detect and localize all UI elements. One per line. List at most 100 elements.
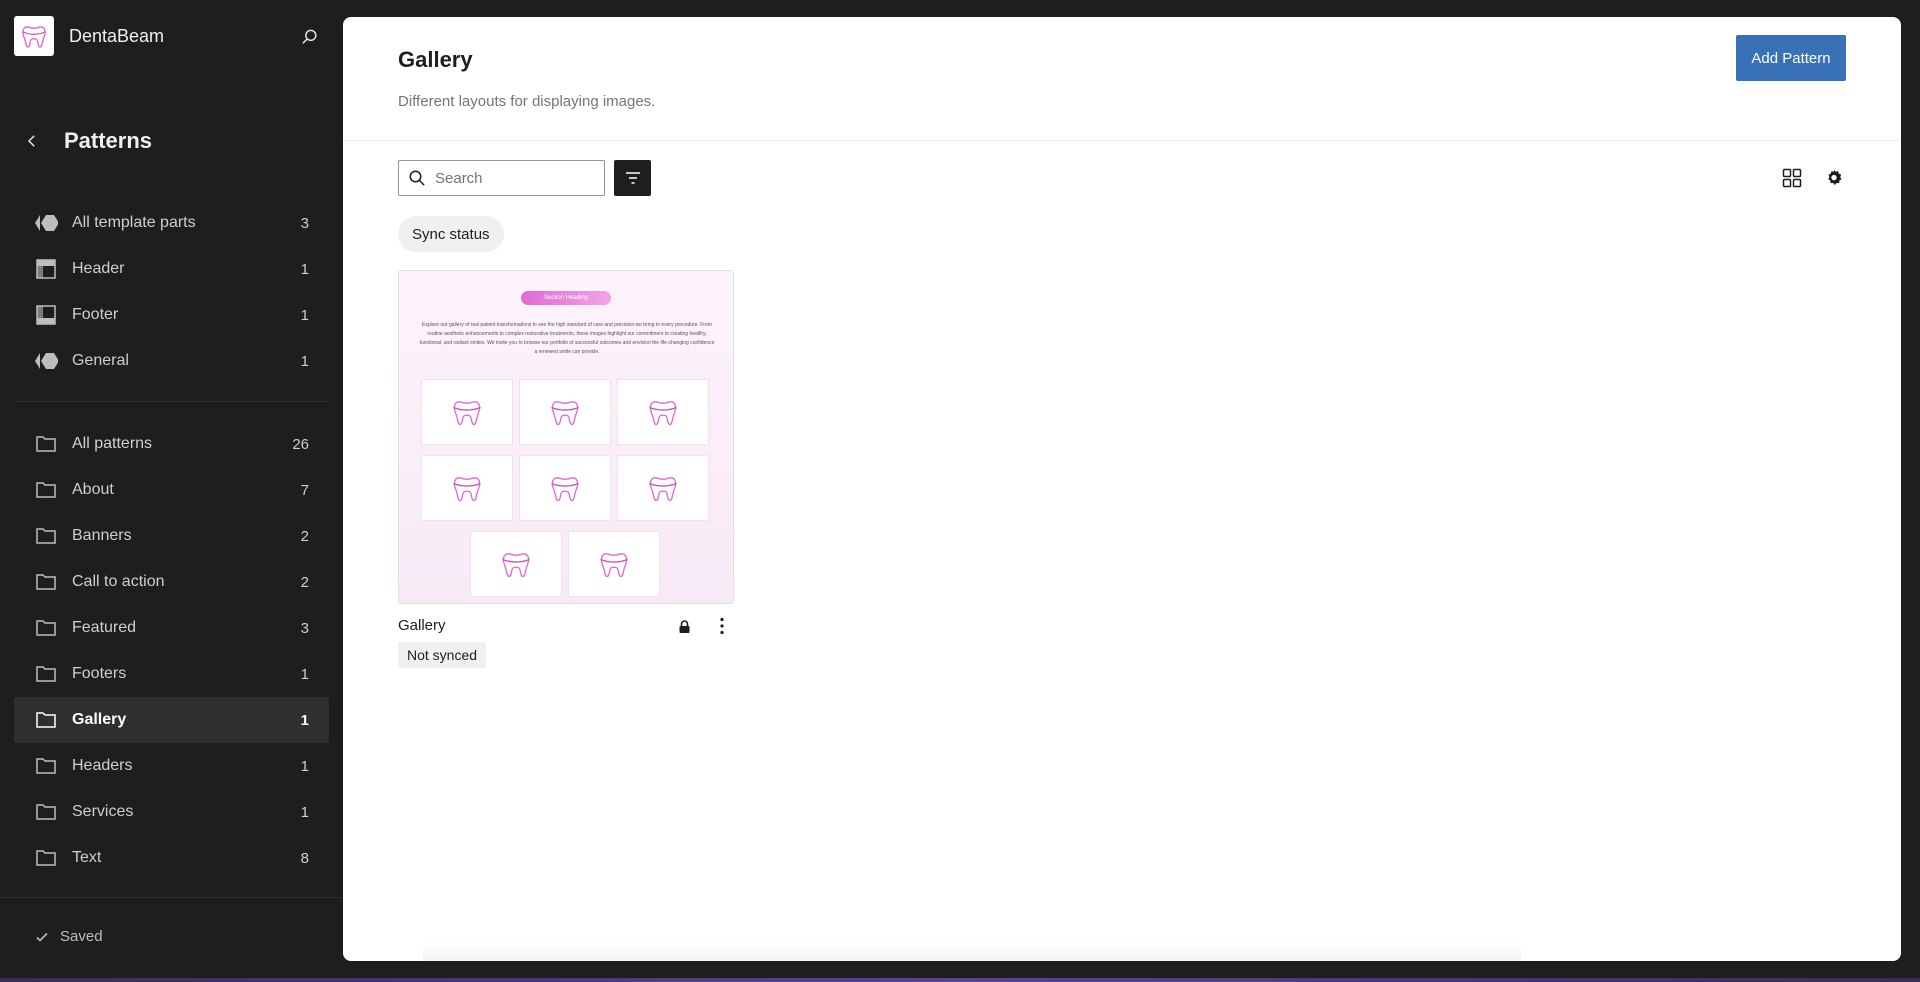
tooth-icon bbox=[453, 401, 481, 426]
site-logo[interactable] bbox=[14, 16, 54, 56]
grid-view-icon[interactable] bbox=[1780, 166, 1804, 190]
bottom-fade bbox=[423, 941, 1521, 961]
preview-paragraph: Explore our gallery of real patient tran… bbox=[419, 322, 715, 355]
nav-item-about[interactable]: About 7 bbox=[14, 467, 329, 513]
nav-item-label: Headers bbox=[72, 757, 133, 774]
search-icon bbox=[407, 168, 427, 188]
folder-icon bbox=[34, 478, 58, 502]
tooth-icon bbox=[600, 553, 628, 578]
folder-icon bbox=[34, 616, 58, 640]
pattern-preview[interactable]: Section Heading Explore our gallery of r… bbox=[398, 270, 734, 604]
nav-item-count: 1 bbox=[300, 260, 309, 278]
preview-image-tile bbox=[617, 379, 709, 445]
preview-section-heading: Section Heading bbox=[521, 291, 611, 305]
pattern-card-footer: Gallery bbox=[398, 604, 734, 640]
pattern-card: Section Heading Explore our gallery of r… bbox=[398, 270, 734, 668]
page-title: Gallery bbox=[398, 47, 473, 72]
nav-item-banners[interactable]: Banners 2 bbox=[14, 513, 329, 559]
header-icon bbox=[34, 257, 58, 281]
preview-image-tile bbox=[470, 531, 562, 597]
folder-icon bbox=[34, 432, 58, 456]
page-description: Different layouts for displaying images. bbox=[398, 93, 656, 110]
nav-item-count: 2 bbox=[300, 527, 309, 545]
nav-item-label: Call to action bbox=[72, 573, 165, 590]
nav-item-label: Header bbox=[72, 260, 125, 277]
nav-item-label: Featured bbox=[72, 619, 137, 636]
nav-item-count: 1 bbox=[300, 803, 309, 821]
site-name[interactable]: DentaBeam bbox=[69, 26, 164, 47]
toolbar bbox=[398, 160, 1846, 196]
tooth-icon bbox=[502, 553, 530, 578]
nav-item-label: Text bbox=[72, 849, 102, 866]
main-header: Gallery Different layouts for displaying… bbox=[343, 17, 1901, 141]
nav-item-label: Services bbox=[72, 803, 134, 820]
pattern-title[interactable]: Gallery bbox=[398, 617, 446, 634]
folder-icon bbox=[34, 800, 58, 824]
sidebar: DentaBeam Patterns All template parts 3 … bbox=[0, 0, 343, 978]
site-header: DentaBeam bbox=[14, 16, 329, 56]
template-parts-list: All template parts 3 Header 1 Footer 1 G… bbox=[14, 200, 329, 384]
save-status: Saved bbox=[34, 928, 103, 945]
filter-button[interactable] bbox=[614, 160, 651, 196]
nav-item-text[interactable]: Text 8 bbox=[14, 835, 329, 881]
more-options-icon[interactable] bbox=[716, 616, 728, 636]
symbol-icon bbox=[34, 349, 58, 373]
search-input[interactable] bbox=[435, 169, 595, 187]
nav-item-footers[interactable]: Footers 1 bbox=[14, 651, 329, 697]
add-pattern-button[interactable]: Add Pattern bbox=[1736, 35, 1846, 81]
footer-icon bbox=[34, 303, 58, 327]
nav-item-all-patterns[interactable]: All patterns 26 bbox=[14, 421, 329, 467]
nav-item-count: 1 bbox=[300, 352, 309, 370]
back-chevron-icon[interactable] bbox=[20, 129, 44, 153]
main-panel: Gallery Different layouts for displaying… bbox=[343, 17, 1901, 961]
tooth-logo-icon bbox=[22, 26, 46, 48]
nav-item-count: 26 bbox=[292, 435, 309, 453]
preview-image-tile bbox=[519, 455, 611, 521]
folder-icon bbox=[34, 570, 58, 594]
nav-item-general[interactable]: General 1 bbox=[14, 338, 329, 384]
tooth-icon bbox=[453, 477, 481, 502]
nav-item-services[interactable]: Services 1 bbox=[14, 789, 329, 835]
nav-item-count: 1 bbox=[300, 665, 309, 683]
preview-image-tile bbox=[421, 455, 513, 521]
nav-item-footer[interactable]: Footer 1 bbox=[14, 292, 329, 338]
nav-item-count: 7 bbox=[300, 481, 309, 499]
search-icon[interactable] bbox=[299, 26, 321, 48]
save-status-text: Saved bbox=[60, 928, 103, 945]
nav-item-count: 3 bbox=[300, 619, 309, 637]
sync-status-filter-chip[interactable]: Sync status bbox=[398, 216, 504, 252]
nav-item-label: Banners bbox=[72, 527, 132, 544]
tooth-icon bbox=[551, 401, 579, 426]
nav-item-label: Footer bbox=[72, 306, 119, 323]
nav-item-call-to-action[interactable]: Call to action 2 bbox=[14, 559, 329, 605]
preview-image-tile bbox=[617, 455, 709, 521]
nav-item-gallery[interactable]: Gallery 1 bbox=[14, 697, 329, 743]
folder-icon bbox=[34, 846, 58, 870]
nav-item-count: 8 bbox=[300, 849, 309, 867]
folder-icon bbox=[34, 754, 58, 778]
tooth-icon bbox=[649, 401, 677, 426]
nav-item-label: About bbox=[72, 481, 114, 498]
nav-item-label: All template parts bbox=[72, 214, 196, 231]
nav-item-label: Gallery bbox=[72, 711, 127, 728]
window-bottom-strip bbox=[0, 978, 1920, 982]
lock-icon bbox=[678, 619, 690, 633]
nav-item-all-template-parts[interactable]: All template parts 3 bbox=[14, 200, 329, 246]
search-field[interactable] bbox=[398, 160, 605, 196]
nav-item-featured[interactable]: Featured 3 bbox=[14, 605, 329, 651]
nav-item-count: 2 bbox=[300, 573, 309, 591]
nav-item-label: General bbox=[72, 352, 129, 369]
nav-item-header[interactable]: Header 1 bbox=[14, 246, 329, 292]
tooth-icon bbox=[551, 477, 579, 502]
sync-status-badge: Not synced bbox=[398, 642, 487, 668]
preview-image-tile bbox=[519, 379, 611, 445]
section-header: Patterns bbox=[20, 128, 152, 154]
filter-icon bbox=[625, 172, 640, 184]
sidebar-footer-divider bbox=[0, 897, 343, 898]
tooth-icon bbox=[649, 477, 677, 502]
folder-icon bbox=[34, 708, 58, 732]
nav-item-count: 1 bbox=[300, 757, 309, 775]
nav-item-headers[interactable]: Headers 1 bbox=[14, 743, 329, 789]
symbol-icon bbox=[34, 211, 58, 235]
gear-icon[interactable] bbox=[1822, 166, 1846, 190]
